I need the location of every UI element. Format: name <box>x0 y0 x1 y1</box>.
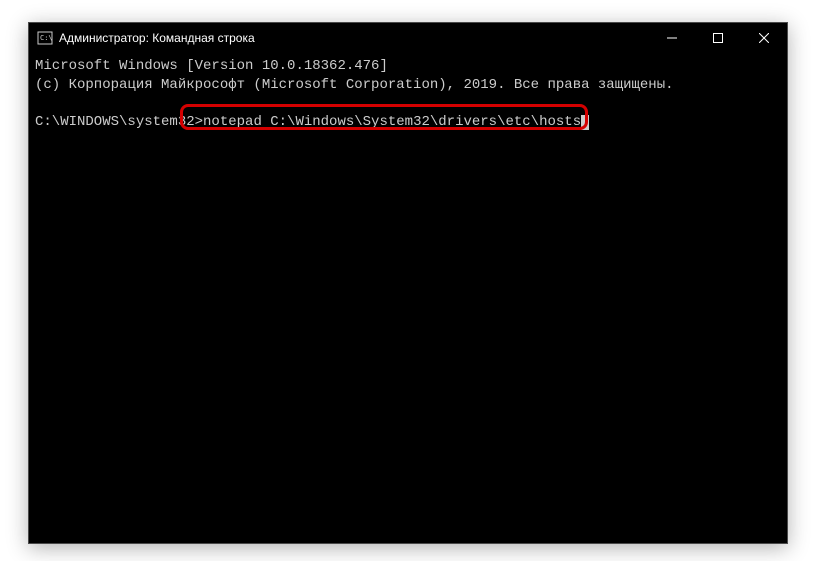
prompt-line: C:\WINDOWS\system32>notepad C:\Windows\S… <box>35 113 781 132</box>
terminal-output[interactable]: Microsoft Windows [Version 10.0.18362.47… <box>29 53 787 543</box>
prompt-text: C:\WINDOWS\system32> <box>35 114 203 130</box>
copyright-line: (c) Корпорация Майкрософт (Microsoft Cor… <box>35 76 781 95</box>
cmd-icon: C:\ <box>37 30 53 46</box>
window-title: Администратор: Командная строка <box>59 31 649 45</box>
version-line: Microsoft Windows [Version 10.0.18362.47… <box>35 57 781 76</box>
cursor <box>581 115 589 130</box>
svg-text:C:\: C:\ <box>40 34 53 42</box>
minimize-button[interactable] <box>649 23 695 53</box>
blank-line <box>35 95 781 113</box>
cmd-window: C:\ Администратор: Командная строка <box>28 22 788 544</box>
close-button[interactable] <box>741 23 787 53</box>
maximize-button[interactable] <box>695 23 741 53</box>
titlebar[interactable]: C:\ Администратор: Командная строка <box>29 23 787 53</box>
command-text: notepad C:\Windows\System32\drivers\etc\… <box>203 114 581 130</box>
window-controls <box>649 23 787 52</box>
